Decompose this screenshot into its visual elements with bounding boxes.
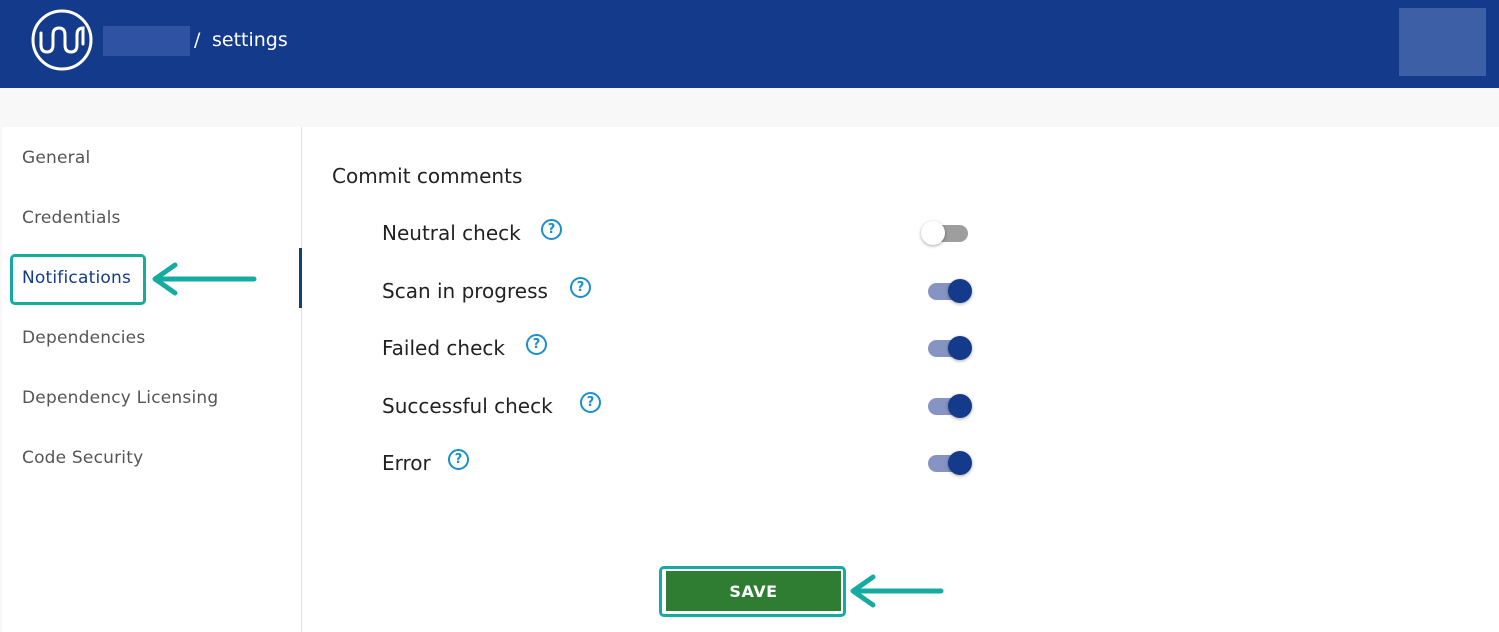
sidebar-item-dependency-licensing[interactable]: Dependency Licensing bbox=[22, 388, 218, 408]
breadcrumb-separator: / bbox=[194, 29, 201, 51]
toggle-error[interactable] bbox=[926, 451, 974, 477]
notifications-highlight-box bbox=[10, 254, 146, 305]
toggle-thumb bbox=[948, 394, 972, 418]
toggle-successful-check[interactable] bbox=[926, 394, 974, 420]
question-circle-icon[interactable]: ? bbox=[448, 449, 469, 470]
avatar[interactable] bbox=[1399, 8, 1486, 76]
top-bar: / settings bbox=[0, 0, 1499, 88]
toggle-thumb bbox=[948, 279, 972, 303]
wave-logo-icon[interactable] bbox=[31, 9, 93, 71]
question-circle-icon[interactable]: ? bbox=[541, 219, 562, 240]
row-label-neutral-check: Neutral check bbox=[382, 221, 521, 245]
question-circle-icon[interactable]: ? bbox=[526, 334, 547, 355]
left-arrow-icon bbox=[152, 262, 257, 296]
question-circle-icon[interactable]: ? bbox=[580, 392, 601, 413]
settings-panel: General Credentials Notifications Depend… bbox=[2, 127, 1499, 632]
toggle-thumb bbox=[948, 451, 972, 475]
sidebar-item-code-security[interactable]: Code Security bbox=[22, 448, 143, 468]
active-nav-indicator bbox=[299, 248, 302, 308]
sidebar-item-general[interactable]: General bbox=[22, 148, 90, 168]
section-title: Commit comments bbox=[332, 164, 523, 188]
sidebar-item-dependencies[interactable]: Dependencies bbox=[22, 328, 145, 348]
sidebar-item-credentials[interactable]: Credentials bbox=[22, 208, 121, 228]
toggle-thumb bbox=[948, 336, 972, 360]
toggle-failed-check[interactable] bbox=[926, 336, 974, 362]
row-label-failed-check: Failed check bbox=[382, 336, 505, 360]
question-circle-icon[interactable]: ? bbox=[570, 277, 591, 298]
left-arrow-icon bbox=[850, 574, 944, 608]
breadcrumb-page: settings bbox=[212, 29, 288, 51]
settings-sidebar: General Credentials Notifications Depend… bbox=[2, 127, 302, 632]
toggle-thumb bbox=[921, 221, 945, 245]
row-label-error: Error bbox=[382, 451, 431, 475]
save-highlight-box bbox=[659, 566, 846, 617]
row-label-scan-in-progress: Scan in progress bbox=[382, 279, 548, 303]
toggle-neutral-check[interactable] bbox=[921, 221, 972, 247]
toggle-scan-in-progress[interactable] bbox=[926, 279, 974, 305]
org-name-redacted[interactable] bbox=[103, 26, 190, 56]
row-label-successful-check: Successful check bbox=[382, 394, 553, 418]
